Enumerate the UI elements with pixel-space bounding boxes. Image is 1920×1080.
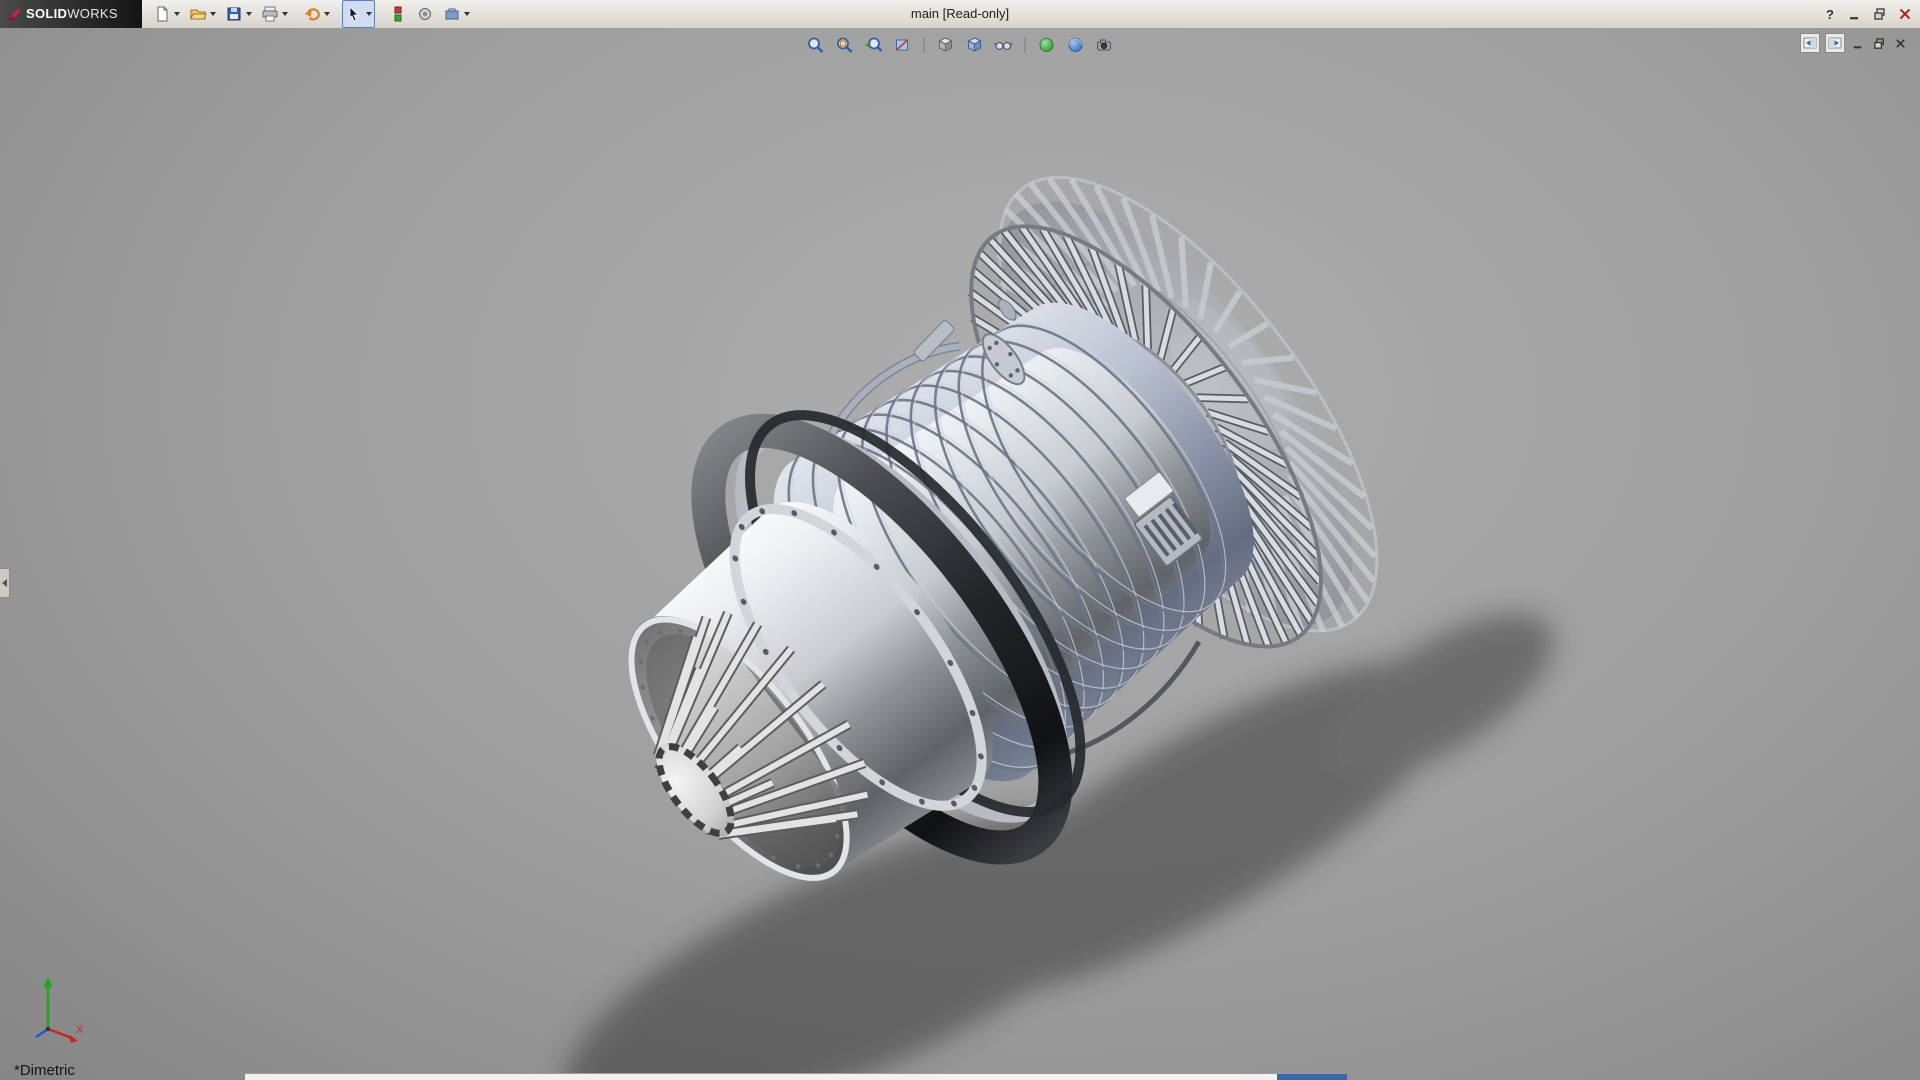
- brand-works: WORKS: [67, 6, 118, 21]
- apply-scene-button[interactable]: [1064, 34, 1088, 56]
- close-button[interactable]: [1896, 5, 1914, 23]
- maximize-button[interactable]: [1871, 5, 1889, 23]
- dropdown-arrow[interactable]: [210, 12, 216, 16]
- dropdown-arrow[interactable]: [464, 12, 470, 16]
- restore-icon: [1873, 37, 1886, 50]
- maximize-icon: [1873, 7, 1887, 21]
- view-settings-button[interactable]: [1093, 34, 1117, 56]
- model-scene: [0, 28, 1920, 1080]
- solidworks-window: SOLIDWORKS: [0, 0, 1920, 1080]
- undo-icon: [303, 5, 321, 23]
- collapse-arrow-icon: [2, 579, 7, 587]
- section-view-button[interactable]: [891, 34, 915, 56]
- doc-minimize-button[interactable]: [1850, 35, 1866, 51]
- display-style-icon: [965, 35, 985, 55]
- pane-left-icon: [1803, 36, 1817, 50]
- status-strip-accent: [1277, 1074, 1347, 1080]
- options-button[interactable]: [413, 0, 437, 28]
- title-bar: SOLIDWORKS: [0, 0, 1920, 29]
- doc-close-button[interactable]: [1892, 35, 1908, 51]
- new-icon: [153, 5, 171, 23]
- status-light-icon: [389, 5, 407, 23]
- view-settings-icon: [1095, 35, 1115, 55]
- status-strip: [245, 1073, 1347, 1080]
- zoom-to-area-icon: [835, 35, 855, 55]
- doc-restore-button[interactable]: [1871, 35, 1887, 51]
- minimize-icon: [1852, 37, 1865, 50]
- previous-view-button[interactable]: [862, 34, 886, 56]
- dropdown-arrow[interactable]: [324, 12, 330, 16]
- document-window-controls: [1800, 33, 1908, 53]
- select-icon: [345, 5, 363, 23]
- options-icon: [416, 5, 434, 23]
- standard-toolbar: [150, 2, 473, 26]
- minimize-button[interactable]: [1846, 5, 1864, 23]
- dropdown-arrow[interactable]: [174, 12, 180, 16]
- hide-show-items-button[interactable]: [992, 34, 1016, 56]
- heads-up-toolbar: [804, 34, 1117, 56]
- orientation-triad: X: [12, 969, 86, 1054]
- brand-solid: SOLID: [26, 6, 67, 21]
- dropdown-arrow[interactable]: [366, 12, 372, 16]
- toolbar-separator: [1025, 37, 1026, 53]
- print-icon: [261, 5, 279, 23]
- print-button[interactable]: [258, 0, 291, 28]
- apply-scene-icon: [1066, 35, 1086, 55]
- open-button[interactable]: [186, 0, 219, 28]
- rebuild-indicator-button[interactable]: [386, 0, 410, 28]
- section-view-icon: [893, 35, 913, 55]
- close-icon: [1898, 7, 1912, 21]
- view-orientation-label: *Dimetric: [14, 1062, 75, 1079]
- dropdown-arrow[interactable]: [246, 12, 252, 16]
- new-button[interactable]: [150, 0, 183, 28]
- zoom-to-fit-button[interactable]: [804, 34, 828, 56]
- toolbox-icon: [443, 5, 461, 23]
- save-button[interactable]: [222, 0, 255, 28]
- triad-x-label: X: [76, 1024, 84, 1036]
- zoom-to-area-button[interactable]: [833, 34, 857, 56]
- zoom-to-fit-icon: [806, 35, 826, 55]
- solidworks-logo: SOLIDWORKS: [0, 0, 142, 28]
- save-icon: [225, 5, 243, 23]
- toolbar-separator: [924, 37, 925, 53]
- pane-right-icon: [1828, 36, 1842, 50]
- pane-right-button[interactable]: [1825, 33, 1845, 53]
- view-orientation-icon: [936, 35, 956, 55]
- triad-x-axis: [48, 1029, 72, 1038]
- panel-splitter-tab[interactable]: [0, 568, 10, 598]
- open-icon: [189, 5, 207, 23]
- dropdown-arrow[interactable]: [282, 12, 288, 16]
- view-orientation-button[interactable]: [934, 34, 958, 56]
- minimize-icon: [1848, 7, 1862, 21]
- edit-appearance-icon: [1037, 35, 1057, 55]
- help-button[interactable]: ?: [1821, 5, 1839, 23]
- edit-appearance-button[interactable]: [1035, 34, 1059, 56]
- hide-show-items-icon: [994, 35, 1014, 55]
- select-button[interactable]: [342, 0, 375, 28]
- previous-view-icon: [864, 35, 884, 55]
- window-controls: ?: [1821, 0, 1914, 28]
- undo-button[interactable]: [300, 0, 333, 28]
- pane-left-button[interactable]: [1800, 33, 1820, 53]
- solidworks-logo-icon: [6, 6, 22, 22]
- viewport-3d[interactable]: X *Dimetric: [0, 28, 1920, 1080]
- toolbox-button[interactable]: [440, 0, 473, 28]
- close-icon: [1894, 37, 1907, 50]
- display-style-button[interactable]: [963, 34, 987, 56]
